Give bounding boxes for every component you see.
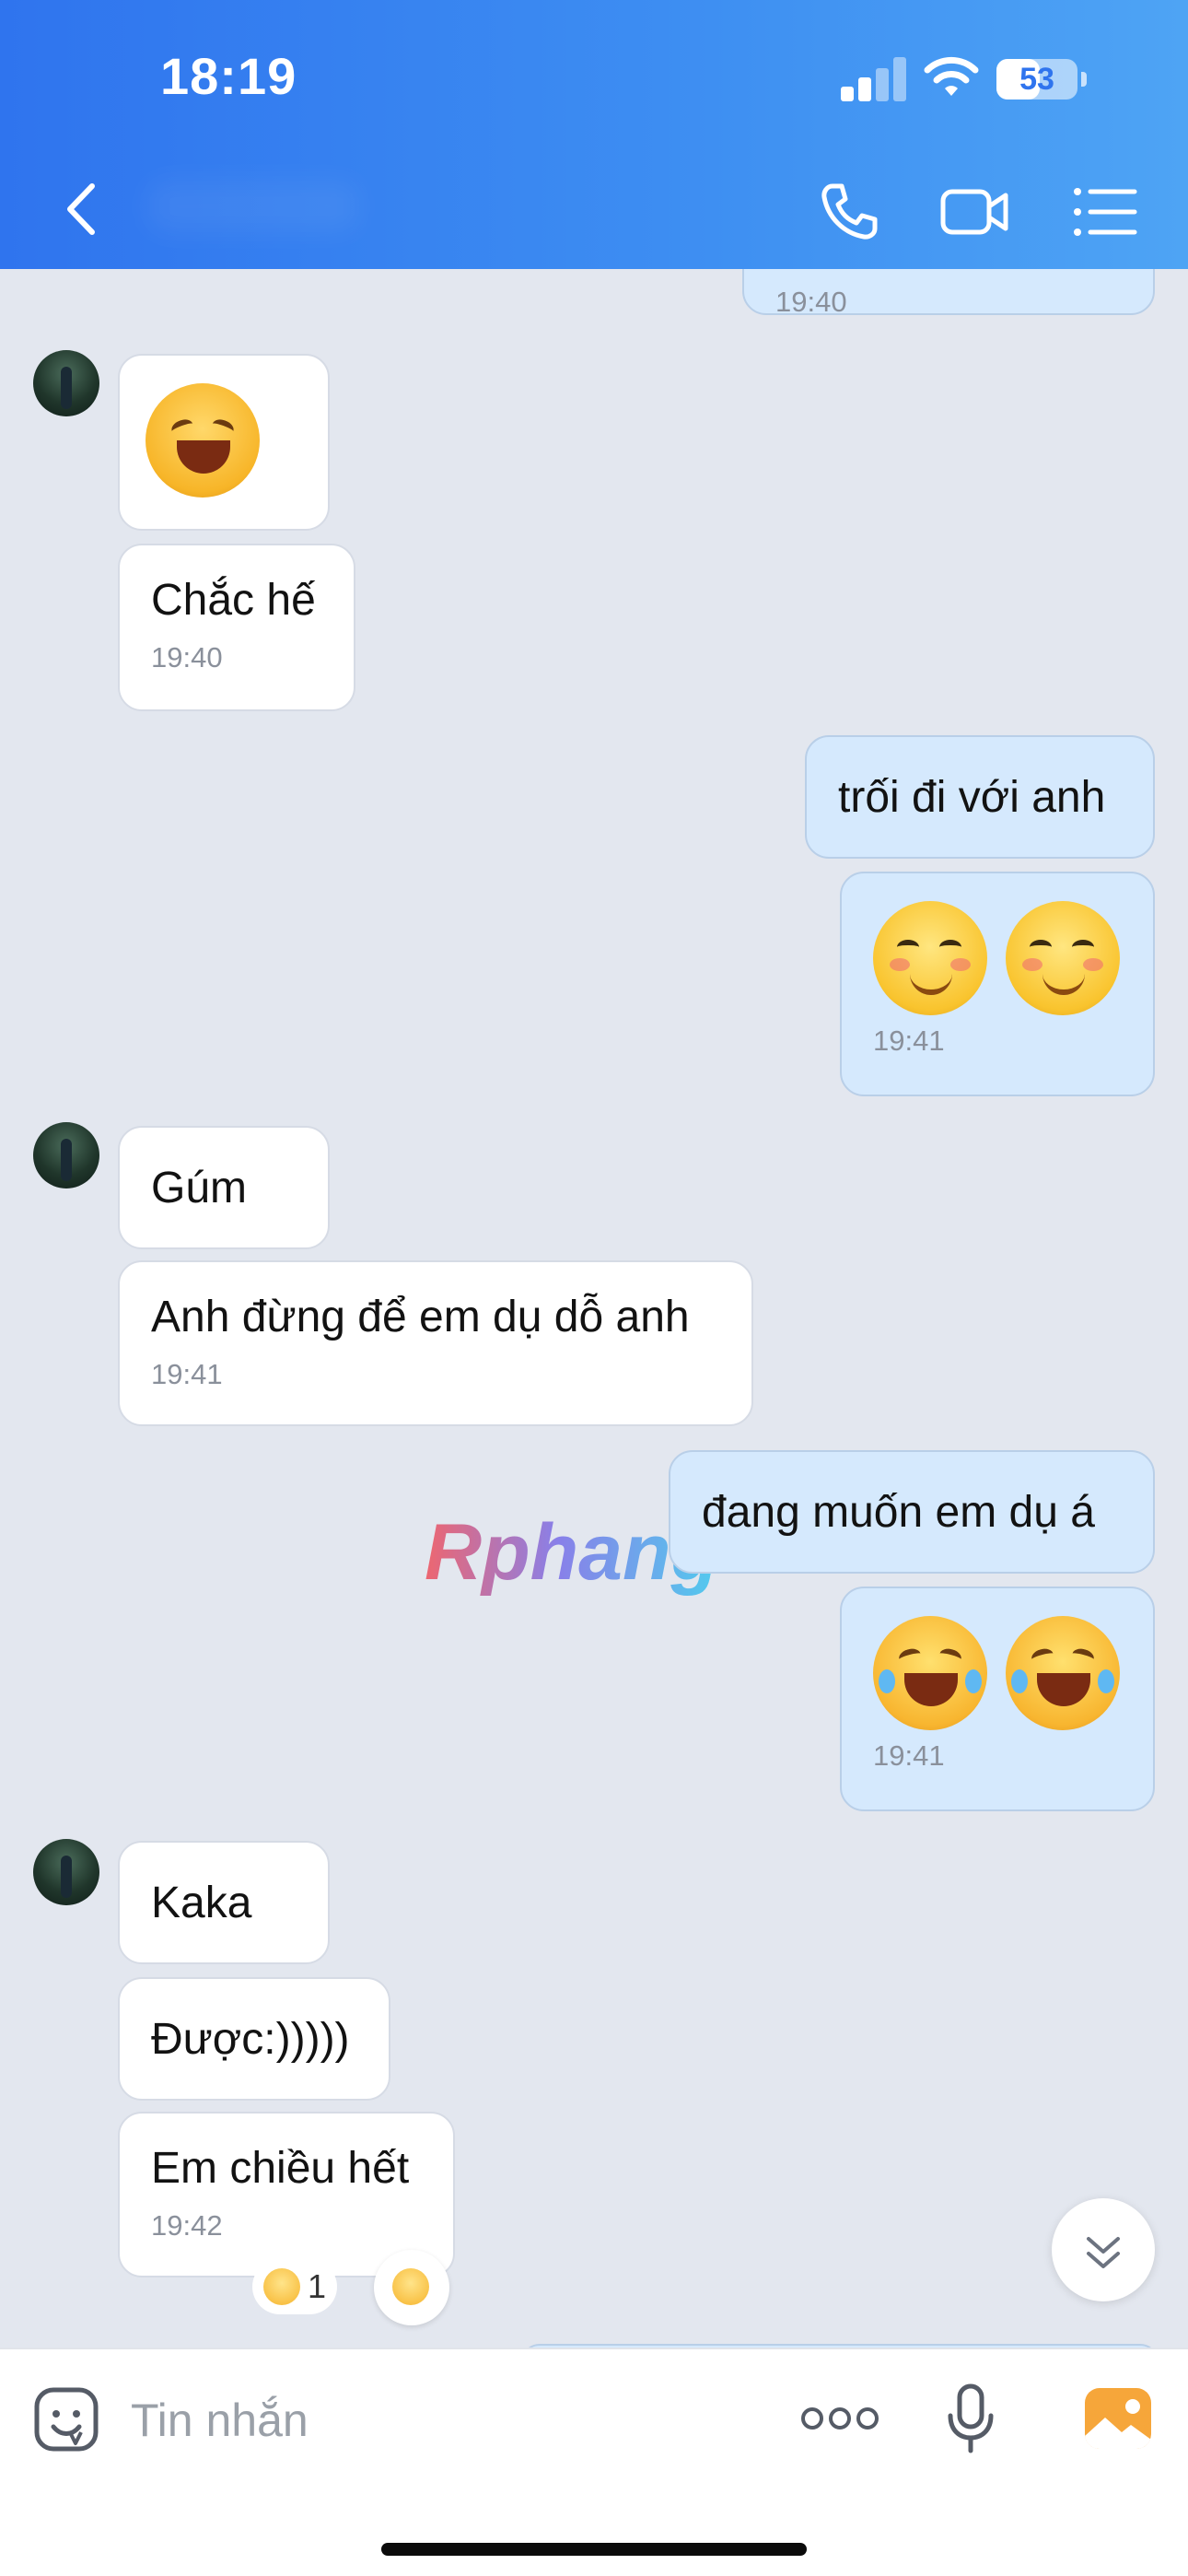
message-time: 19:41 xyxy=(873,1025,945,1057)
reaction-count: 1 xyxy=(308,2267,327,2305)
message-bubble-incoming[interactable]: Anh đừng để em dụ dỗ anh 19:41 xyxy=(118,1260,753,1426)
astonished-emoji-icon xyxy=(392,2268,429,2305)
cellular-signal-icon xyxy=(841,57,906,101)
message-time: 19:40 xyxy=(151,641,223,673)
shy-smile-emoji-icon xyxy=(1006,901,1120,1015)
message-text: Em chiều hết xyxy=(151,2144,410,2193)
battery-cap xyxy=(1081,72,1087,87)
more-options-icon[interactable] xyxy=(799,2395,880,2441)
message-bubble-incoming[interactable]: Được:))))) xyxy=(118,1977,390,2101)
menu-list-icon[interactable] xyxy=(1068,175,1142,249)
phone-call-icon[interactable] xyxy=(812,175,886,249)
battery-percentage: 53 xyxy=(1019,62,1054,97)
message-input[interactable] xyxy=(129,2381,722,2460)
message-bubble-incoming[interactable] xyxy=(118,354,330,531)
message-bubble-incoming[interactable]: Gúm xyxy=(118,1126,330,1249)
home-indicator xyxy=(381,2543,807,2556)
message-text: trối đi với anh xyxy=(838,773,1106,822)
message-bubble-outgoing[interactable]: đang muốn em dụ á xyxy=(669,1450,1155,1574)
image-gallery-icon[interactable] xyxy=(1083,2386,1153,2451)
chat-screen: 18:19 53 19:40 Chắc hế 19:40 trối đi với… xyxy=(0,0,1188,2576)
laughing-emoji-icon xyxy=(146,383,260,498)
microphone-icon[interactable] xyxy=(945,2383,996,2456)
message-bubble-incoming[interactable]: Chắc hế 19:40 xyxy=(118,544,355,711)
avatar[interactable] xyxy=(33,1122,99,1188)
emoji-row xyxy=(873,1616,1122,1730)
shy-smile-emoji-icon xyxy=(873,901,987,1015)
astonished-emoji-icon xyxy=(263,2268,300,2305)
add-reaction-button[interactable] xyxy=(374,2250,449,2325)
sticker-icon[interactable] xyxy=(33,2386,99,2453)
message-bubble-outgoing[interactable]: 19:40 xyxy=(742,269,1155,318)
message-bubble-outgoing[interactable]: trối đi với anh xyxy=(805,735,1155,859)
message-bubble-outgoing[interactable]: 19:41 xyxy=(840,1587,1155,1811)
back-button[interactable] xyxy=(57,177,103,241)
emoji-row xyxy=(873,901,1122,1015)
message-text: Được:))))) xyxy=(151,2015,350,2064)
message-time: 19:41 xyxy=(873,1739,945,1772)
status-time: 18:19 xyxy=(160,47,297,105)
message-bubble-outgoing[interactable]: 19:41 xyxy=(840,872,1155,1096)
message-text: Chắc hế xyxy=(151,576,316,625)
message-list[interactable]: 19:40 Chắc hế 19:40 trối đi với anh 19:4… xyxy=(0,269,1188,2348)
tears-of-joy-emoji-icon xyxy=(1006,1616,1120,1730)
tears-of-joy-emoji-icon xyxy=(873,1616,987,1730)
contact-name[interactable] xyxy=(147,181,359,232)
scroll-to-bottom-button[interactable] xyxy=(1052,2198,1155,2301)
message-text: Gúm xyxy=(151,1164,248,1212)
wifi-icon xyxy=(924,56,979,96)
message-text: đang muốn em dụ á xyxy=(702,1488,1095,1537)
avatar[interactable] xyxy=(33,1839,99,1905)
battery-indicator: 53 xyxy=(996,59,1087,100)
message-text: Kaka xyxy=(151,1879,252,1927)
message-time: 19:42 xyxy=(151,2209,223,2242)
message-time: 19:40 xyxy=(775,286,847,318)
reaction-summary[interactable]: 1 xyxy=(252,2259,338,2314)
avatar[interactable] xyxy=(33,350,99,416)
message-bubble-incoming[interactable]: Kaka xyxy=(118,1841,330,1964)
message-time: 19:41 xyxy=(151,1358,223,1390)
video-call-icon[interactable] xyxy=(938,175,1011,249)
message-composer xyxy=(0,2348,1188,2576)
chat-header: 18:19 53 xyxy=(0,0,1188,269)
message-text: Anh đừng để em dụ dỗ anh xyxy=(151,1293,690,1341)
